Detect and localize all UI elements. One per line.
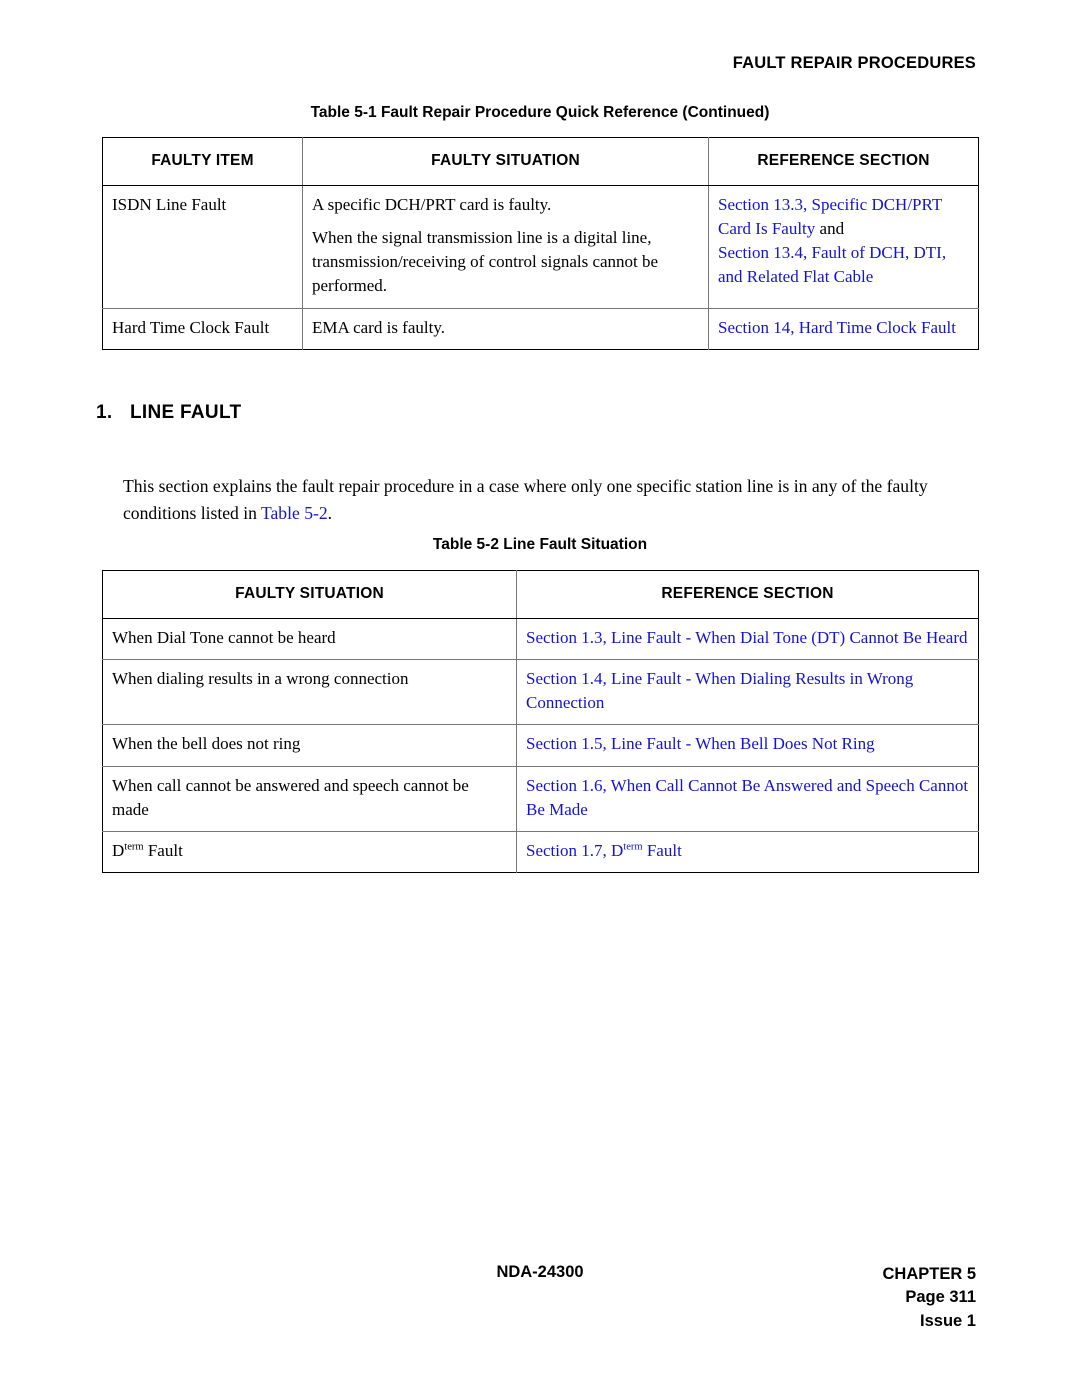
dterm-prefix: D bbox=[112, 840, 125, 860]
paragraph-text-after: . bbox=[327, 502, 333, 523]
footer-right-block: CHAPTER 5 Page 311 Issue 1 bbox=[882, 1263, 976, 1333]
section-number: 1. bbox=[96, 402, 113, 423]
table-2-cell-faulty-situation: When Dial Tone cannot be heard bbox=[102, 617, 517, 661]
reference-link-1-6[interactable]: Section 1.6, When Call Cannot Be Answere… bbox=[526, 776, 968, 819]
page-title: LINE FAULT bbox=[130, 402, 242, 423]
reference-joiner: and bbox=[815, 219, 845, 239]
reference-dterm-suffix: Fault bbox=[642, 840, 682, 860]
reference-link-1-5[interactable]: Section 1.5, Line Fault - When Bell Does… bbox=[526, 734, 875, 753]
table-2-cell-reference-section: Section 1.4, Line Fault - When Dialing R… bbox=[516, 659, 979, 726]
table-row: Hard Time Clock Fault EMA card is faulty… bbox=[102, 307, 979, 350]
table-5-2-link[interactable]: Table 5-2 bbox=[261, 503, 328, 523]
table-2-col-reference-section: REFERENCE SECTION bbox=[516, 570, 979, 619]
paragraph-text-before: This section explains the fault repair p… bbox=[123, 475, 928, 523]
running-head: FAULT REPAIR PROCEDURES bbox=[732, 54, 976, 72]
table-2-caption: Table 5-2 Line Fault Situation bbox=[432, 536, 648, 553]
table-row: When Dial Tone cannot be heard Section 1… bbox=[102, 617, 979, 661]
table-1-caption: Table 5-1 Fault Repair Procedure Quick R… bbox=[310, 104, 770, 121]
reference-link-1-4[interactable]: Section 1.4, Line Fault - When Dialing R… bbox=[526, 669, 913, 712]
table-2-cell-faulty-situation: Dterm Fault bbox=[102, 830, 517, 873]
reference-dterm-superscript: term bbox=[623, 841, 643, 853]
reference-link-14[interactable]: Section 14, Hard Time Clock Fault bbox=[718, 318, 956, 337]
dterm-suffix: Fault bbox=[143, 840, 183, 860]
section-intro-paragraph: This section explains the fault repair p… bbox=[123, 473, 981, 528]
table-1-header-row: FAULTY ITEM FAULTY SITUATION REFERENCE S… bbox=[102, 137, 979, 186]
fault-repair-quick-reference-table: FAULTY ITEM FAULTY SITUATION REFERENCE S… bbox=[102, 137, 979, 350]
table-1-cell-faulty-item: Hard Time Clock Fault bbox=[102, 307, 303, 350]
situation-line-2: When the signal transmission line is a d… bbox=[312, 228, 659, 296]
table-row: ISDN Line Fault A specific DCH/PRT card … bbox=[102, 185, 979, 309]
section-heading: 1. LINE FAULT bbox=[96, 402, 241, 424]
table-2-cell-faulty-situation: When dialing results in a wrong connecti… bbox=[102, 659, 517, 726]
table-1-cell-faulty-item: ISDN Line Fault bbox=[102, 185, 303, 309]
footer-issue: Issue 1 bbox=[920, 1311, 976, 1330]
footer-chapter: CHAPTER 5 bbox=[882, 1265, 976, 1283]
table-2-cell-reference-section: Section 1.6, When Call Cannot Be Answere… bbox=[516, 765, 979, 832]
dterm-superscript: term bbox=[124, 841, 144, 853]
table-1-col-faulty-situation: FAULTY SITUATION bbox=[302, 137, 709, 186]
table-1-cell-reference-section: Section 13.3, Specific DCH/PRT Card Is F… bbox=[708, 185, 979, 309]
table-1-col-faulty-item: FAULTY ITEM bbox=[102, 137, 303, 186]
table-row: When the bell does not ring Section 1.5,… bbox=[102, 724, 979, 767]
table-2-cell-faulty-situation: When the bell does not ring bbox=[102, 724, 517, 767]
table-1-cell-faulty-situation: EMA card is faulty. bbox=[302, 307, 709, 350]
line-fault-situation-table: FAULTY SITUATION REFERENCE SECTION When … bbox=[102, 570, 979, 873]
table-row: When dialing results in a wrong connecti… bbox=[102, 659, 979, 726]
table-1-col-reference-section: REFERENCE SECTION bbox=[708, 137, 979, 186]
reference-link-1-3[interactable]: Section 1.3, Line Fault - When Dial Tone… bbox=[526, 628, 968, 647]
table-2-cell-reference-section: Section 1.5, Line Fault - When Bell Does… bbox=[516, 724, 979, 767]
document-page: FAULT REPAIR PROCEDURES Table 5-1 Fault … bbox=[0, 0, 1080, 1397]
footer-page-number: Page 311 bbox=[905, 1288, 976, 1307]
page-footer: NDA-24300 CHAPTER 5 Page 311 Issue 1 bbox=[0, 1263, 1080, 1373]
table-2-cell-faulty-situation: When call cannot be answered and speech … bbox=[102, 765, 517, 832]
reference-link-1-7[interactable]: Section 1.7, Dterm Fault bbox=[526, 841, 682, 860]
reference-dterm-prefix: Section 1.7, D bbox=[526, 840, 624, 860]
situation-line-1: A specific DCH/PRT card is faulty. bbox=[312, 195, 552, 214]
table-2-cell-reference-section: Section 1.3, Line Fault - When Dial Tone… bbox=[516, 617, 979, 661]
reference-link-13-4[interactable]: Section 13.4, Fault of DCH, DTI, and Rel… bbox=[718, 243, 946, 286]
table-2-header-row: FAULTY SITUATION REFERENCE SECTION bbox=[102, 570, 979, 619]
table-1-cell-faulty-situation: A specific DCH/PRT card is faulty. When … bbox=[302, 185, 709, 309]
table-2-cell-reference-section: Section 1.7, Dterm Fault bbox=[516, 830, 979, 873]
table-row: When call cannot be answered and speech … bbox=[102, 765, 979, 832]
table-row: Dterm Fault Section 1.7, Dterm Fault bbox=[102, 830, 979, 873]
table-2-col-faulty-situation: FAULTY SITUATION bbox=[102, 570, 517, 619]
table-1-cell-reference-section: Section 14, Hard Time Clock Fault bbox=[708, 307, 979, 350]
